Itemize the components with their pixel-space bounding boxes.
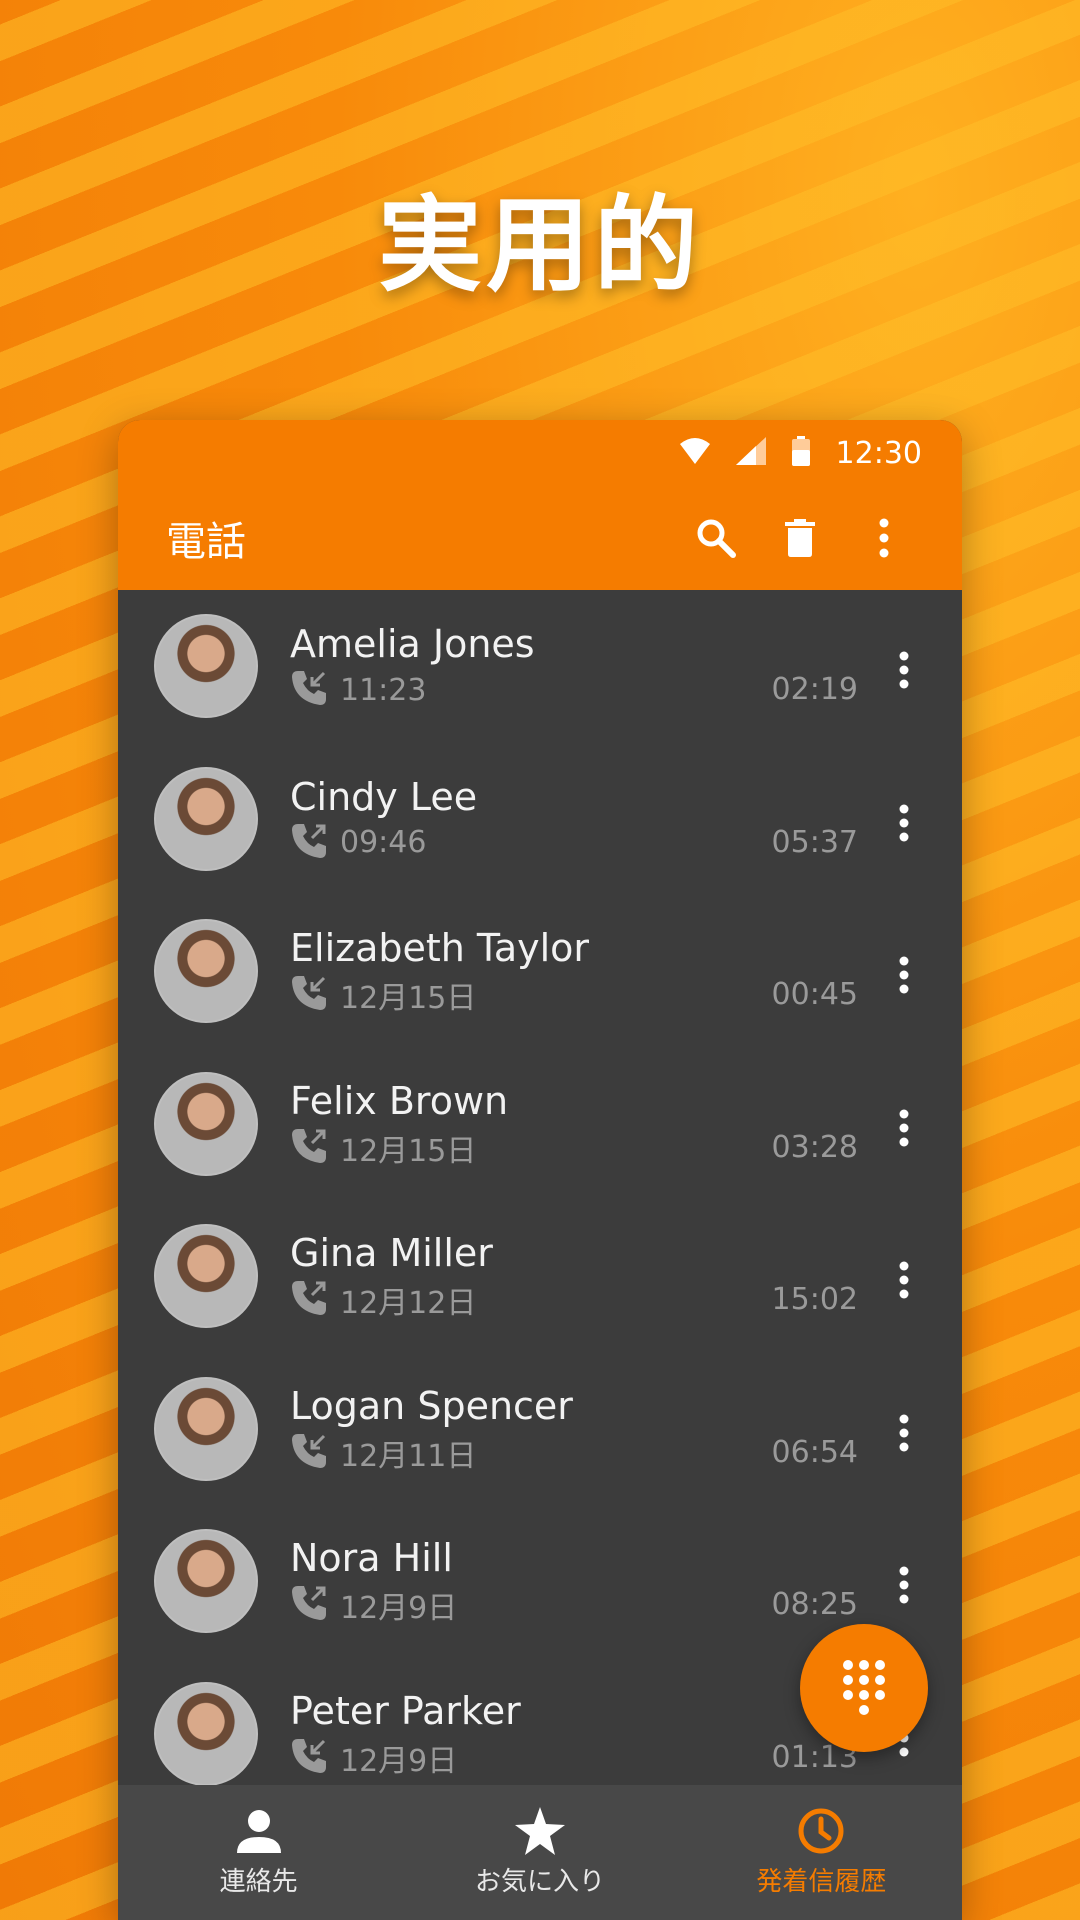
call-time: 12月9日 xyxy=(340,1743,458,1779)
avatar xyxy=(154,919,258,1024)
avatar xyxy=(154,766,258,871)
search-icon xyxy=(697,519,736,558)
avatar xyxy=(154,614,258,719)
nav-favorites[interactable]: お気に入り xyxy=(399,1785,680,1920)
call-duration: 06:54 xyxy=(771,1434,858,1470)
signal-icon xyxy=(735,437,766,469)
contact-name: Elizabeth Taylor xyxy=(290,926,590,971)
incoming-call-icon xyxy=(290,1737,328,1779)
bottom-navigation: 連絡先 お気に入り 発着信履歴 xyxy=(118,1785,962,1920)
contact-name: Cindy Lee xyxy=(290,774,478,819)
call-info: Gina Miller 12月12日 xyxy=(290,1230,962,1322)
outgoing-call-icon xyxy=(290,1584,328,1626)
more-vert-icon xyxy=(899,1109,909,1146)
headline: 実用的 xyxy=(377,184,702,306)
call-log-row[interactable]: Amelia Jones 11:23 02:19 xyxy=(118,590,962,743)
call-duration: 08:25 xyxy=(771,1587,858,1622)
status-bar: 12:30 xyxy=(118,420,962,486)
more-options-button[interactable] xyxy=(842,496,926,580)
call-meta: 11:23 xyxy=(290,669,962,711)
contact-name: Gina Miller xyxy=(290,1231,493,1276)
row-more-button[interactable] xyxy=(882,640,926,700)
call-time: 12月15日 xyxy=(340,981,477,1017)
wifi-icon xyxy=(679,438,710,468)
call-info: Elizabeth Taylor 12月15日 xyxy=(290,925,962,1017)
call-duration: 03:28 xyxy=(771,1129,858,1165)
call-log-row[interactable]: Gina Miller 12月12日 15:02 xyxy=(118,1200,962,1353)
row-more-button[interactable] xyxy=(882,1098,926,1158)
search-button[interactable] xyxy=(674,496,758,580)
row-more-button[interactable] xyxy=(882,1555,926,1615)
dialpad-fab[interactable] xyxy=(800,1624,928,1752)
avatar xyxy=(154,1681,258,1785)
more-vert-icon xyxy=(899,651,909,689)
call-duration: 00:45 xyxy=(771,977,858,1012)
call-meta: 12月15日 xyxy=(290,973,962,1017)
call-log-row[interactable]: Logan Spencer 12月11日 06:54 xyxy=(118,1353,962,1506)
row-more-button[interactable] xyxy=(882,945,926,1005)
outgoing-call-icon xyxy=(290,1127,328,1169)
call-log-list[interactable]: Amelia Jones 11:23 02:19 Cindy Lee 09:46 05:3… xyxy=(118,590,962,1785)
avatar xyxy=(154,1376,258,1481)
dialpad-icon xyxy=(843,1660,885,1715)
call-time: 12月12日 xyxy=(340,1286,477,1322)
more-vert-icon xyxy=(899,1261,909,1299)
call-time: 12月9日 xyxy=(340,1591,458,1627)
delete-button[interactable] xyxy=(758,496,842,580)
incoming-call-icon xyxy=(290,974,328,1016)
call-meta: 12月12日 xyxy=(290,1278,962,1322)
contact-name: Logan Spencer xyxy=(290,1383,573,1428)
more-vert-icon xyxy=(879,518,889,558)
row-more-button[interactable] xyxy=(882,1403,926,1463)
battery-icon xyxy=(791,436,810,470)
call-info: Felix Brown 12月15日 xyxy=(290,1078,962,1170)
delete-icon xyxy=(785,519,815,557)
more-vert-icon xyxy=(899,1414,909,1451)
star-icon xyxy=(514,1807,565,1855)
call-meta: 09:46 xyxy=(290,822,962,864)
call-info: Cindy Lee 09:46 xyxy=(290,774,962,864)
status-time: 12:30 xyxy=(835,435,922,471)
contact-name: Nora Hill xyxy=(290,1536,453,1581)
outgoing-call-icon xyxy=(290,1279,328,1321)
call-time: 11:23 xyxy=(340,672,427,708)
app-bar: 電話 xyxy=(118,486,962,590)
row-more-button[interactable] xyxy=(882,1250,926,1310)
nav-call-history[interactable]: 発着信履歴 xyxy=(681,1785,962,1920)
call-time: 09:46 xyxy=(340,825,427,861)
app-title: 電話 xyxy=(166,519,246,565)
call-meta: 12月15日 xyxy=(290,1126,962,1170)
call-meta: 12月9日 xyxy=(290,1583,962,1627)
more-vert-icon xyxy=(899,804,909,841)
nav-label-call-history: 発着信履歴 xyxy=(756,1867,887,1897)
call-duration: 02:19 xyxy=(771,672,858,707)
nav-label-favorites: お気に入り xyxy=(474,1867,605,1897)
call-info: Logan Spencer 12月11日 xyxy=(290,1383,962,1475)
person-icon xyxy=(236,1810,281,1853)
more-vert-icon xyxy=(899,1566,909,1604)
call-meta: 12月11日 xyxy=(290,1431,962,1475)
call-time: 12月11日 xyxy=(340,1438,477,1474)
call-log-row[interactable]: Elizabeth Taylor 12月15日 00:45 xyxy=(118,895,962,1048)
call-log-row[interactable]: Cindy Lee 09:46 05:37 xyxy=(118,743,962,896)
more-vert-icon xyxy=(899,956,909,994)
call-info: Amelia Jones 11:23 xyxy=(290,621,962,711)
outgoing-call-icon xyxy=(290,822,328,864)
call-duration: 05:37 xyxy=(771,824,858,860)
incoming-call-icon xyxy=(290,669,328,711)
avatar xyxy=(154,1071,258,1176)
call-duration: 15:02 xyxy=(771,1282,858,1317)
row-more-button[interactable] xyxy=(882,793,926,853)
avatar xyxy=(154,1529,258,1634)
clock-icon xyxy=(798,1808,844,1854)
call-info: Nora Hill 12月9日 xyxy=(290,1535,962,1627)
contact-name: Amelia Jones xyxy=(290,622,535,667)
call-time: 12月15日 xyxy=(340,1133,477,1169)
incoming-call-icon xyxy=(290,1432,328,1474)
nav-contacts[interactable]: 連絡先 xyxy=(118,1785,399,1920)
contact-name: Felix Brown xyxy=(290,1078,509,1123)
avatar xyxy=(154,1224,258,1329)
call-log-row[interactable]: Felix Brown 12月15日 03:28 xyxy=(118,1048,962,1201)
nav-label-contacts: 連絡先 xyxy=(219,1867,298,1897)
